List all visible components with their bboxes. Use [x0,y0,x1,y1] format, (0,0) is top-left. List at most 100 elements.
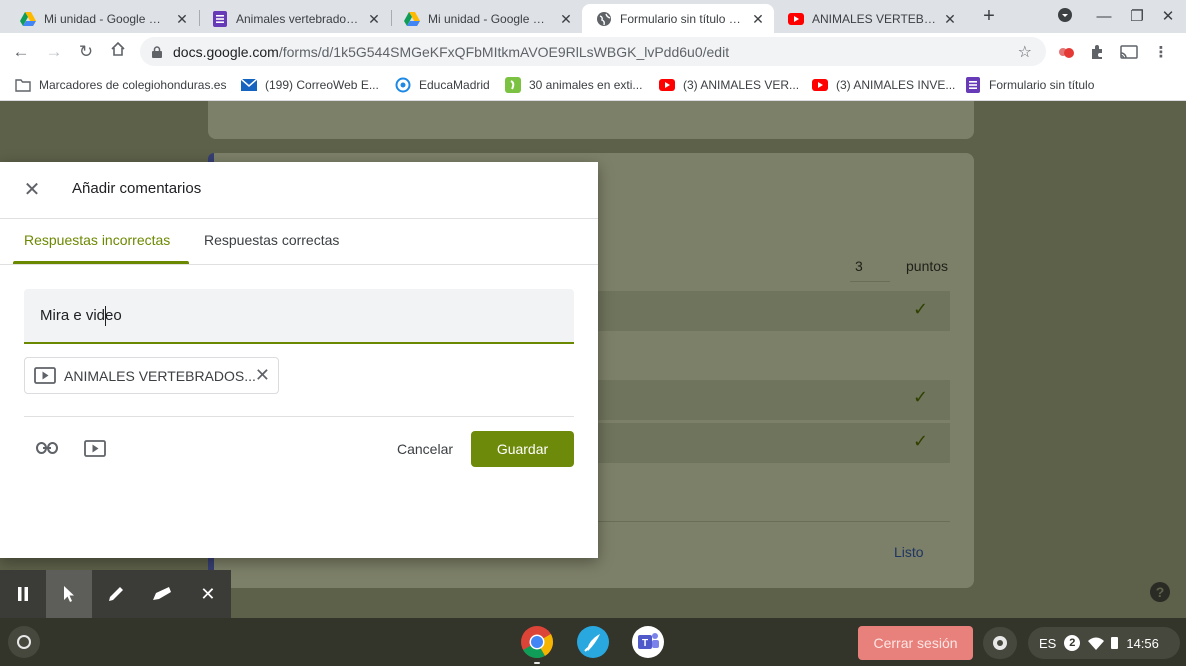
close-window-icon[interactable]: ✕ [1157,7,1179,27]
svg-text:T: T [642,638,648,649]
back-arrow-icon[interactable]: ← [10,41,32,63]
video-icon [34,367,56,384]
close-tab-icon[interactable]: ✕ [174,11,190,27]
reload-icon[interactable]: ↻ [75,41,97,63]
feedback-input[interactable]: Mira e video [24,289,574,344]
youtube-icon [659,77,675,93]
google-drive-icon [20,11,36,27]
insert-link-icon[interactable] [35,438,59,458]
language-indicator: ES [1039,635,1057,651]
minimize-icon[interactable]: — [1093,7,1115,27]
status-tray[interactable]: ES 2 14:56 [1028,627,1180,659]
educamadrid-icon [395,77,411,93]
bookmark-star-icon[interactable]: ☆ [1018,42,1032,62]
card-divider [598,521,950,522]
dialog-title: Añadir comentarios [72,180,202,197]
close-tab-icon[interactable]: ✕ [942,11,958,27]
tab-title: Animales vertebrados - Google Forms [236,11,360,26]
pen-icon[interactable] [92,570,138,618]
bookmark-item[interactable]: 30 animales en exti... [505,77,642,93]
tab-title: Mi unidad - Google Drive [44,11,168,26]
answer-option-row [598,380,950,420]
help-icon[interactable]: ? [1150,582,1170,602]
pointer-icon[interactable] [46,570,93,618]
bookmarks-bar: Marcadores de colegiohonduras.es (199) C… [0,70,1186,101]
extension-record-icon[interactable] [1056,42,1076,62]
forward-arrow-icon[interactable]: → [43,41,65,63]
check-icon: ✓ [913,299,929,319]
bookmark-label: 30 animales en exti... [529,78,643,92]
insert-video-icon[interactable] [83,438,107,458]
browser-tab[interactable]: Mi unidad - Google Drive ✕ [6,4,198,33]
highlighter-icon[interactable] [139,570,185,618]
close-icon[interactable]: ✕ [185,570,231,618]
restore-icon[interactable]: ❐ [1126,7,1148,27]
profile-menu-icon[interactable] [1054,7,1076,27]
google-drive-icon [404,11,420,27]
tab-correct-answers[interactable]: Respuestas correctas [204,232,339,248]
launcher-icon[interactable] [8,626,40,658]
bookmark-label: (3) ANIMALES INVE... [836,78,956,92]
close-icon[interactable]: ✕ [22,180,42,200]
bookmark-item[interactable]: (3) ANIMALES INVE... [812,77,955,93]
bookmark-item[interactable]: Formulario sin título [965,77,1094,93]
browser-tab[interactable]: Animales vertebrados - Google Forms ✕ [198,4,390,33]
tab-title: Formulario sin título - Formularios de G… [620,11,744,26]
done-button[interactable]: Listo [894,544,924,560]
attachment-title: ANIMALES VERTEBRADOS... [64,368,256,384]
bookmark-label: Formulario sin título [989,78,1095,92]
cancel-button[interactable]: Cancelar [389,431,461,467]
bookmark-item[interactable]: (199) CorreoWeb E... [241,77,379,93]
save-button[interactable]: Guardar [471,431,574,467]
bookmark-label: (199) CorreoWeb E... [265,78,379,92]
text-cursor [105,306,106,326]
close-tab-icon[interactable]: ✕ [366,11,382,27]
bookmark-item[interactable]: Marcadores de colegiohonduras.es [15,77,226,93]
more-menu-icon[interactable]: ⋮ [1151,42,1171,62]
chrome-app-icon[interactable] [520,625,554,659]
browser-tab-active[interactable]: Formulario sin título - Formularios de G… [582,4,774,33]
answer-option-row [598,291,950,331]
youtube-icon [788,11,804,27]
screencast-app-icon[interactable] [576,625,610,659]
folder-icon [15,77,31,93]
browser-tab[interactable]: Mi unidad - Google Drive ✕ [390,4,582,33]
teams-app-icon[interactable]: T [631,625,665,659]
points-label: puntos [906,258,949,274]
bookmark-item[interactable]: EducaMadrid [395,77,490,93]
points-value[interactable]: 3 [855,258,863,274]
lock-icon [152,45,162,58]
remove-attachment-icon[interactable]: ✕ [255,365,270,386]
pause-icon[interactable] [0,570,46,618]
wifi-icon [1088,637,1105,650]
bookmark-label: EducaMadrid [419,78,490,92]
form-card [208,101,974,139]
google-forms-icon [212,10,228,27]
video-attachment-chip[interactable]: ANIMALES VERTEBRADOS... ✕ [24,357,279,394]
tab-incorrect-answers[interactable]: Respuestas incorrectas [24,232,170,248]
cast-icon[interactable] [1119,42,1139,62]
extensions-puzzle-icon[interactable] [1087,42,1107,62]
browser-tab[interactable]: ANIMALES VERTEBRADOS ✕ [774,4,966,33]
close-tab-icon[interactable]: ✕ [750,11,766,27]
sign-out-button[interactable]: Cerrar sesión [858,626,973,660]
close-tab-icon[interactable]: ✕ [558,11,574,27]
mail-icon [241,77,257,93]
tabs-divider [0,264,598,265]
new-tab-button[interactable]: + [978,6,1000,27]
check-icon: ✓ [913,387,929,407]
google-forms-icon [965,77,981,93]
address-bar[interactable]: docs.google.com/forms/d/1k5G544SMGeKFxQF… [140,37,1046,66]
points-underline [850,281,890,282]
home-icon[interactable] [107,41,129,63]
running-indicator [534,662,540,664]
notification-count-badge: 2 [1064,635,1081,651]
screen-capture-icon[interactable] [983,627,1017,659]
bookmark-green-icon [505,77,521,93]
bookmark-item[interactable]: (3) ANIMALES VER... [659,77,799,93]
tab-title: ANIMALES VERTEBRADOS [812,11,936,26]
feedback-text: Mira e video [40,307,122,324]
tab-strip: Mi unidad - Google Drive ✕ Animales vert… [0,0,1186,33]
add-feedback-dialog: ✕ Añadir comentarios Respuestas incorrec… [0,162,598,558]
url-host: docs.google.com [173,44,279,60]
